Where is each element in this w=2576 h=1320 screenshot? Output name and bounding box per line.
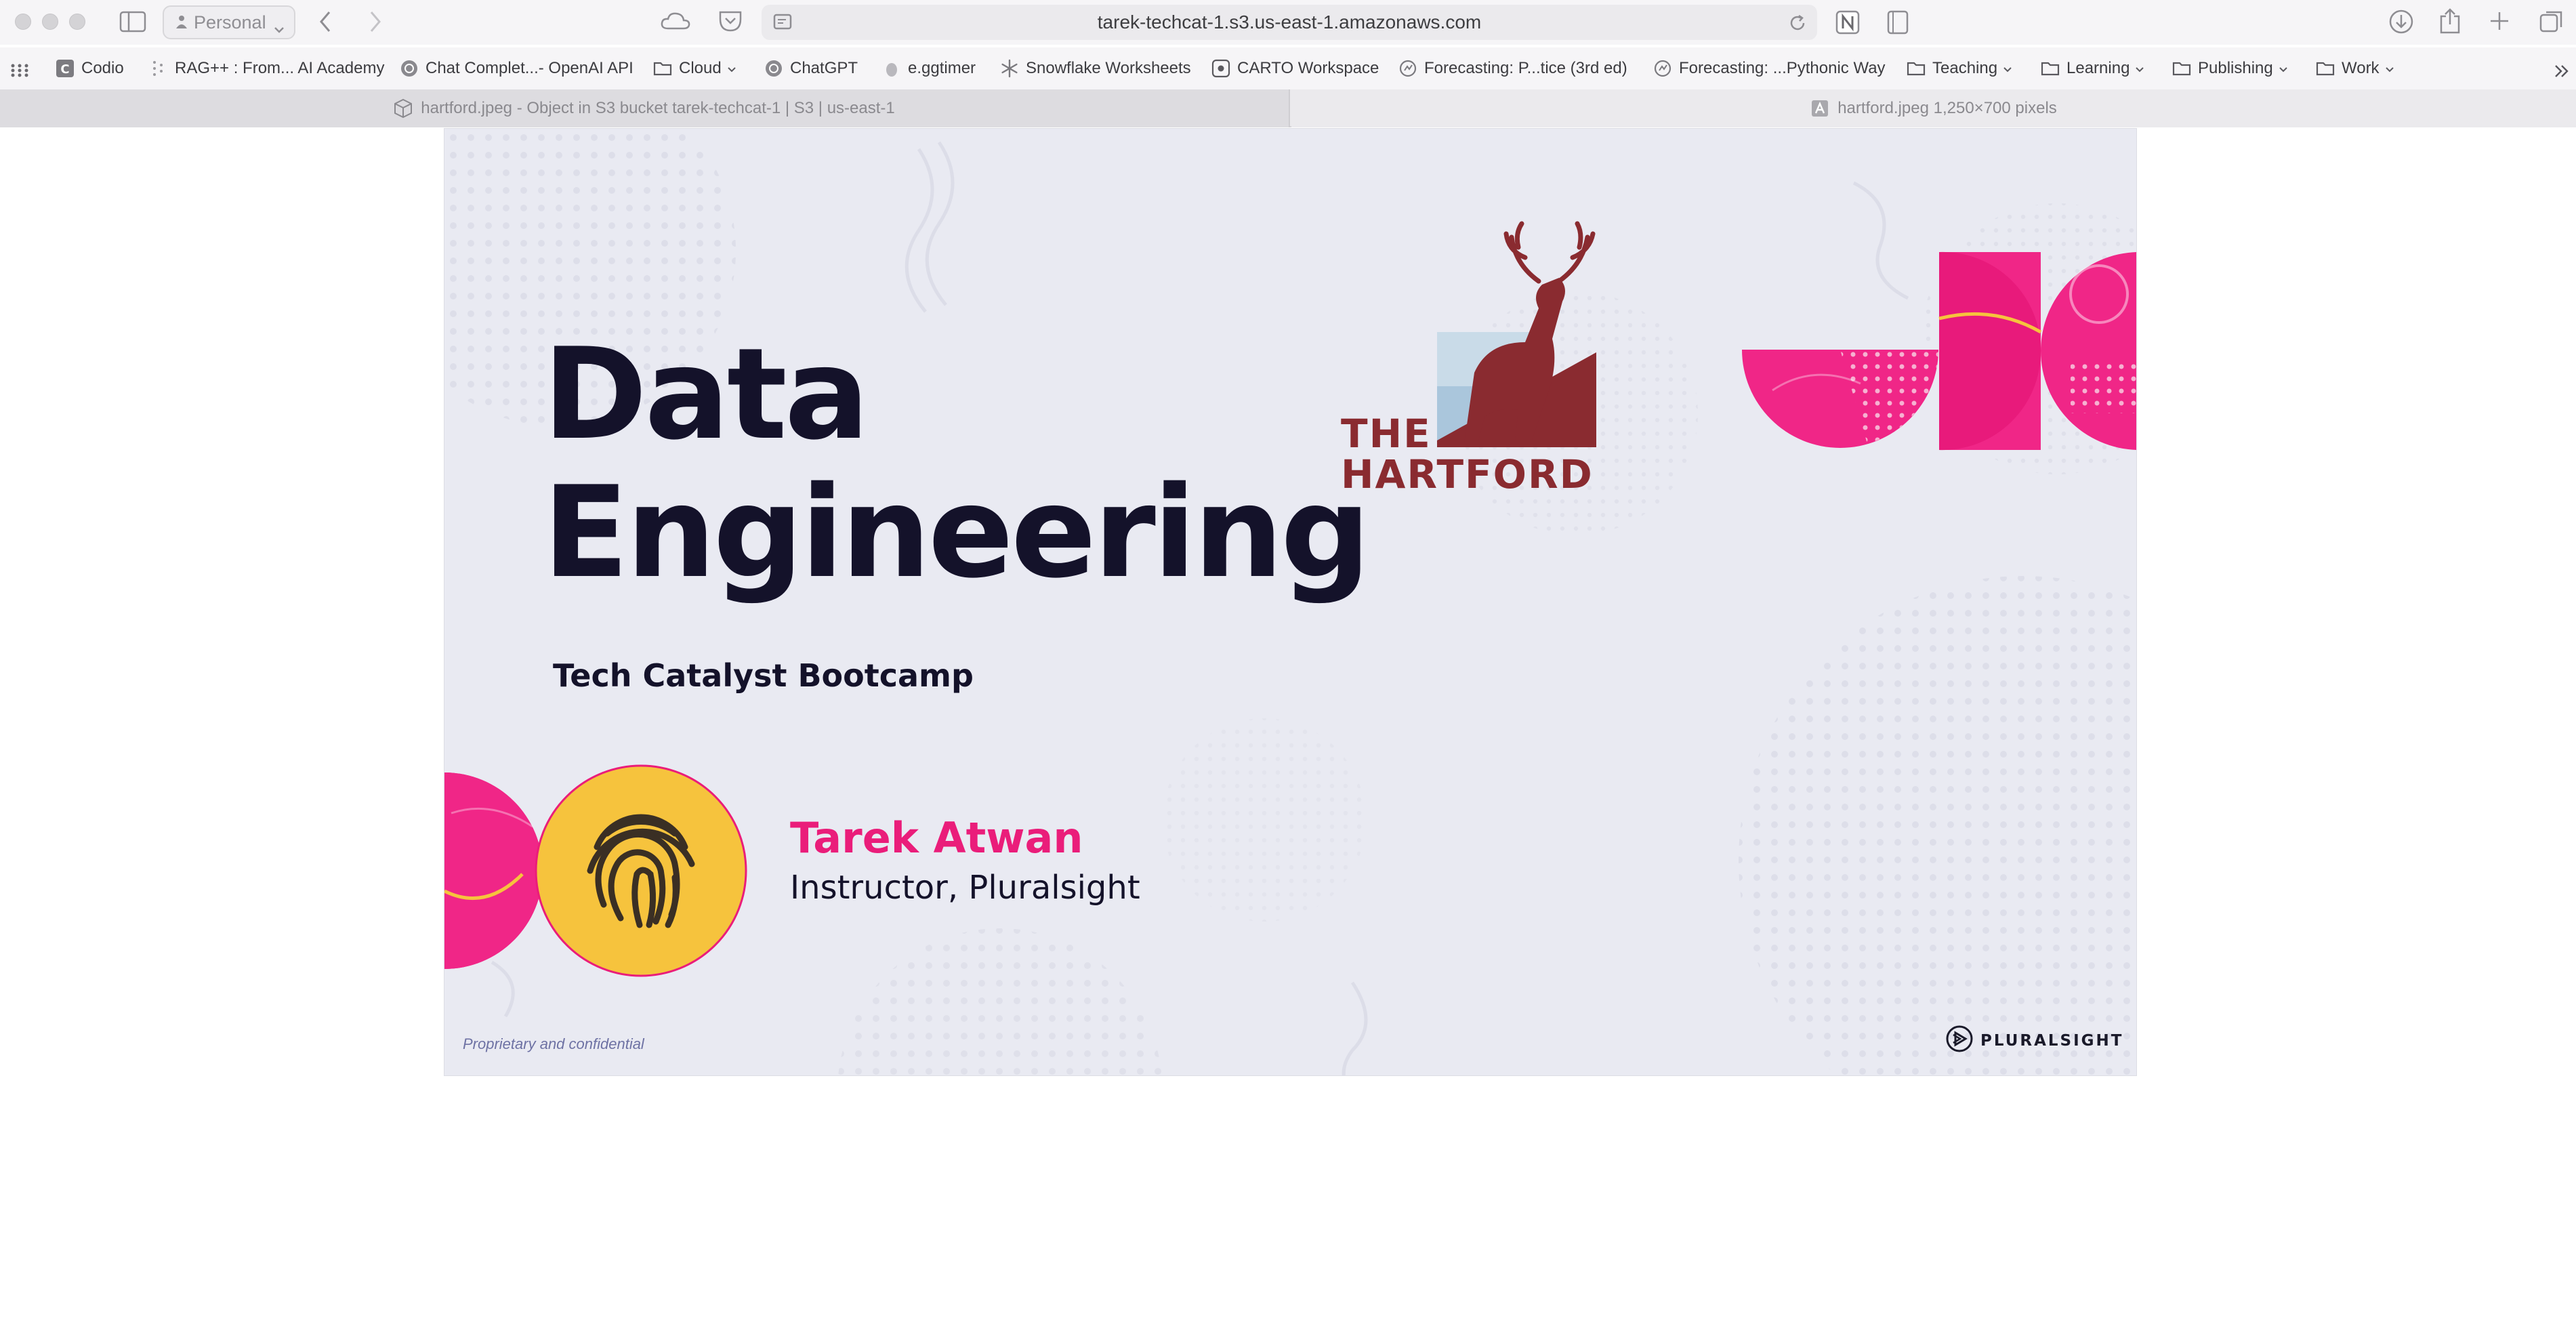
chevron-down-icon bbox=[2135, 59, 2144, 78]
minimize-window-button[interactable] bbox=[42, 14, 58, 30]
notion-icon[interactable] bbox=[1835, 9, 1861, 35]
url-text: tarek-techcat-1.s3.us-east-1.amazonaws.c… bbox=[1097, 12, 1482, 33]
folder-icon bbox=[1907, 59, 1926, 78]
bookmark-forecasting-practice[interactable]: Forecasting: P...tice (3rd ed) bbox=[1398, 57, 1627, 80]
presenter-name: Tarek Atwan bbox=[790, 813, 1083, 863]
folder-icon bbox=[653, 59, 672, 78]
tab-label: hartford.jpeg 1,250×700 pixels bbox=[1837, 99, 2057, 117]
bookmark-folder-teaching[interactable]: Teaching bbox=[1907, 57, 2012, 80]
bookmark-label: CARTO Workspace bbox=[1237, 59, 1379, 77]
openai-icon bbox=[400, 59, 419, 78]
hartford-line2: HARTFORD bbox=[1341, 451, 1594, 497]
chevron-down-icon bbox=[274, 18, 285, 39]
book-icon bbox=[1398, 59, 1417, 78]
presenter-role: Instructor, Pluralsight bbox=[790, 869, 1140, 907]
bookmark-label: Forecasting: ...Pythonic Way bbox=[1679, 59, 1886, 77]
bookmark-label: RAG++ : From... AI Academy bbox=[175, 59, 385, 77]
bookmarks-overflow-icon[interactable] bbox=[2554, 61, 2569, 84]
decorative-pink-shapes bbox=[1742, 251, 2136, 451]
tab-label: hartford.jpeg - Object in S3 bucket tare… bbox=[421, 99, 895, 117]
address-bar[interactable]: tarek-techcat-1.s3.us-east-1.amazonaws.c… bbox=[762, 5, 1817, 40]
profile-label: Personal bbox=[194, 12, 266, 33]
slide-subtitle: Tech Catalyst Bootcamp bbox=[553, 657, 974, 694]
browser-toolbar: Personal tarek-techcat-1.s3.us-east-1.am… bbox=[0, 0, 2576, 45]
hartford-line1: THE bbox=[1341, 411, 1432, 457]
pluralsight-logo: PLURALSIGHT bbox=[1945, 1025, 2123, 1056]
tab-hartford-image[interactable]: hartford.jpeg 1,250×700 pixels bbox=[1291, 89, 2576, 127]
bookmark-openai-api[interactable]: Chat Complet...- OpenAI API bbox=[400, 57, 633, 80]
close-window-button[interactable] bbox=[15, 14, 31, 30]
folder-icon bbox=[2316, 59, 2335, 78]
bookmark-label: Snowflake Worksheets bbox=[1026, 59, 1191, 77]
reader-extension-icon[interactable] bbox=[1886, 9, 1909, 35]
book-icon bbox=[1653, 59, 1672, 78]
chevron-down-icon bbox=[2385, 59, 2394, 78]
icloud-icon[interactable] bbox=[660, 11, 691, 31]
share-icon[interactable] bbox=[2438, 7, 2462, 35]
title-line-data: Data bbox=[543, 321, 869, 468]
bookmark-folder-learning[interactable]: Learning bbox=[2041, 57, 2144, 80]
bookmark-chatgpt[interactable]: ChatGPT bbox=[764, 57, 858, 80]
displayed-image: Data Engineering Tech Catalyst Bootcamp … bbox=[444, 128, 2137, 1076]
pluralsight-wordmark: PLURALSIGHT bbox=[1980, 1031, 2124, 1050]
bookmark-carto[interactable]: CARTO Workspace bbox=[1211, 57, 1379, 80]
decorative-pink-shape-left bbox=[444, 772, 543, 969]
bookmark-label: Publishing bbox=[2198, 59, 2273, 77]
chevron-down-icon bbox=[727, 59, 736, 78]
new-tab-icon[interactable] bbox=[2488, 9, 2511, 33]
chevron-down-icon bbox=[2279, 59, 2288, 78]
image-file-icon bbox=[1810, 99, 1829, 118]
egg-icon bbox=[882, 59, 901, 78]
chevron-down-icon bbox=[2003, 59, 2012, 78]
back-button[interactable] bbox=[316, 9, 336, 34]
bookmark-label: Forecasting: P...tice (3rd ed) bbox=[1424, 59, 1627, 77]
openai-icon bbox=[764, 59, 783, 78]
bookmark-eggtimer[interactable]: e.ggtimer bbox=[882, 57, 976, 80]
pluralsight-play-icon bbox=[1945, 1025, 1974, 1056]
bookmark-label: Codio bbox=[81, 59, 124, 77]
tab-s3-object[interactable]: hartford.jpeg - Object in S3 bucket tare… bbox=[0, 89, 1290, 127]
bookmark-forecasting-pythonic[interactable]: Forecasting: ...Pythonic Way bbox=[1653, 57, 1886, 80]
bookmark-label: e.ggtimer bbox=[908, 59, 976, 77]
hartford-wordmark: THE HARTFORD bbox=[1341, 413, 1594, 495]
bookmark-snowflake[interactable]: Snowflake Worksheets bbox=[1000, 57, 1191, 80]
cube-icon bbox=[394, 98, 413, 119]
title-line-engineering: Engineering bbox=[543, 459, 1371, 606]
bookmark-label: Learning bbox=[2066, 59, 2130, 77]
pocket-icon[interactable] bbox=[718, 9, 743, 33]
carto-icon bbox=[1211, 59, 1230, 78]
codio-icon: C bbox=[56, 59, 75, 78]
sidebar-toggle-icon[interactable] bbox=[119, 11, 146, 33]
bookmark-folder-publishing[interactable]: Publishing bbox=[2172, 57, 2288, 80]
folder-icon bbox=[2172, 59, 2191, 78]
profile-selector[interactable]: Personal bbox=[163, 5, 295, 39]
wandb-icon bbox=[149, 59, 168, 78]
bookmark-label: Chat Complet...- OpenAI API bbox=[425, 59, 633, 77]
apps-grid-icon[interactable] bbox=[11, 64, 28, 81]
bookmark-label: Teaching bbox=[1932, 59, 1998, 77]
bookmarks-bar: C Codio RAG++ : From... AI Academy Chat … bbox=[0, 47, 2576, 89]
folder-icon bbox=[2041, 59, 2060, 78]
confidential-note: Proprietary and confidential bbox=[463, 1035, 644, 1052]
page-settings-icon[interactable] bbox=[772, 13, 793, 37]
bookmark-label: Work bbox=[2342, 59, 2380, 77]
bookmark-codio[interactable]: C Codio bbox=[56, 57, 124, 80]
person-icon bbox=[176, 12, 187, 33]
bookmark-label: ChatGPT bbox=[790, 59, 858, 77]
snowflake-icon bbox=[1000, 59, 1019, 78]
bookmark-folder-cloud[interactable]: Cloud bbox=[653, 57, 736, 80]
bookmark-folder-work[interactable]: Work bbox=[2316, 57, 2394, 80]
reload-icon[interactable] bbox=[1787, 13, 1808, 38]
zoom-window-button[interactable] bbox=[69, 14, 85, 30]
svg-text:C: C bbox=[60, 62, 69, 77]
fingerprint-icon bbox=[535, 764, 747, 977]
tab-overview-icon[interactable] bbox=[2538, 8, 2565, 35]
slide-title: Data Engineering bbox=[543, 321, 1371, 606]
tab-bar: hartford.jpeg - Object in S3 bucket tare… bbox=[0, 89, 2576, 127]
bookmark-label: Cloud bbox=[679, 59, 722, 77]
downloads-icon[interactable] bbox=[2388, 8, 2415, 35]
forward-button[interactable] bbox=[365, 9, 385, 34]
bookmark-rag-ai-academy[interactable]: RAG++ : From... AI Academy bbox=[149, 57, 384, 80]
